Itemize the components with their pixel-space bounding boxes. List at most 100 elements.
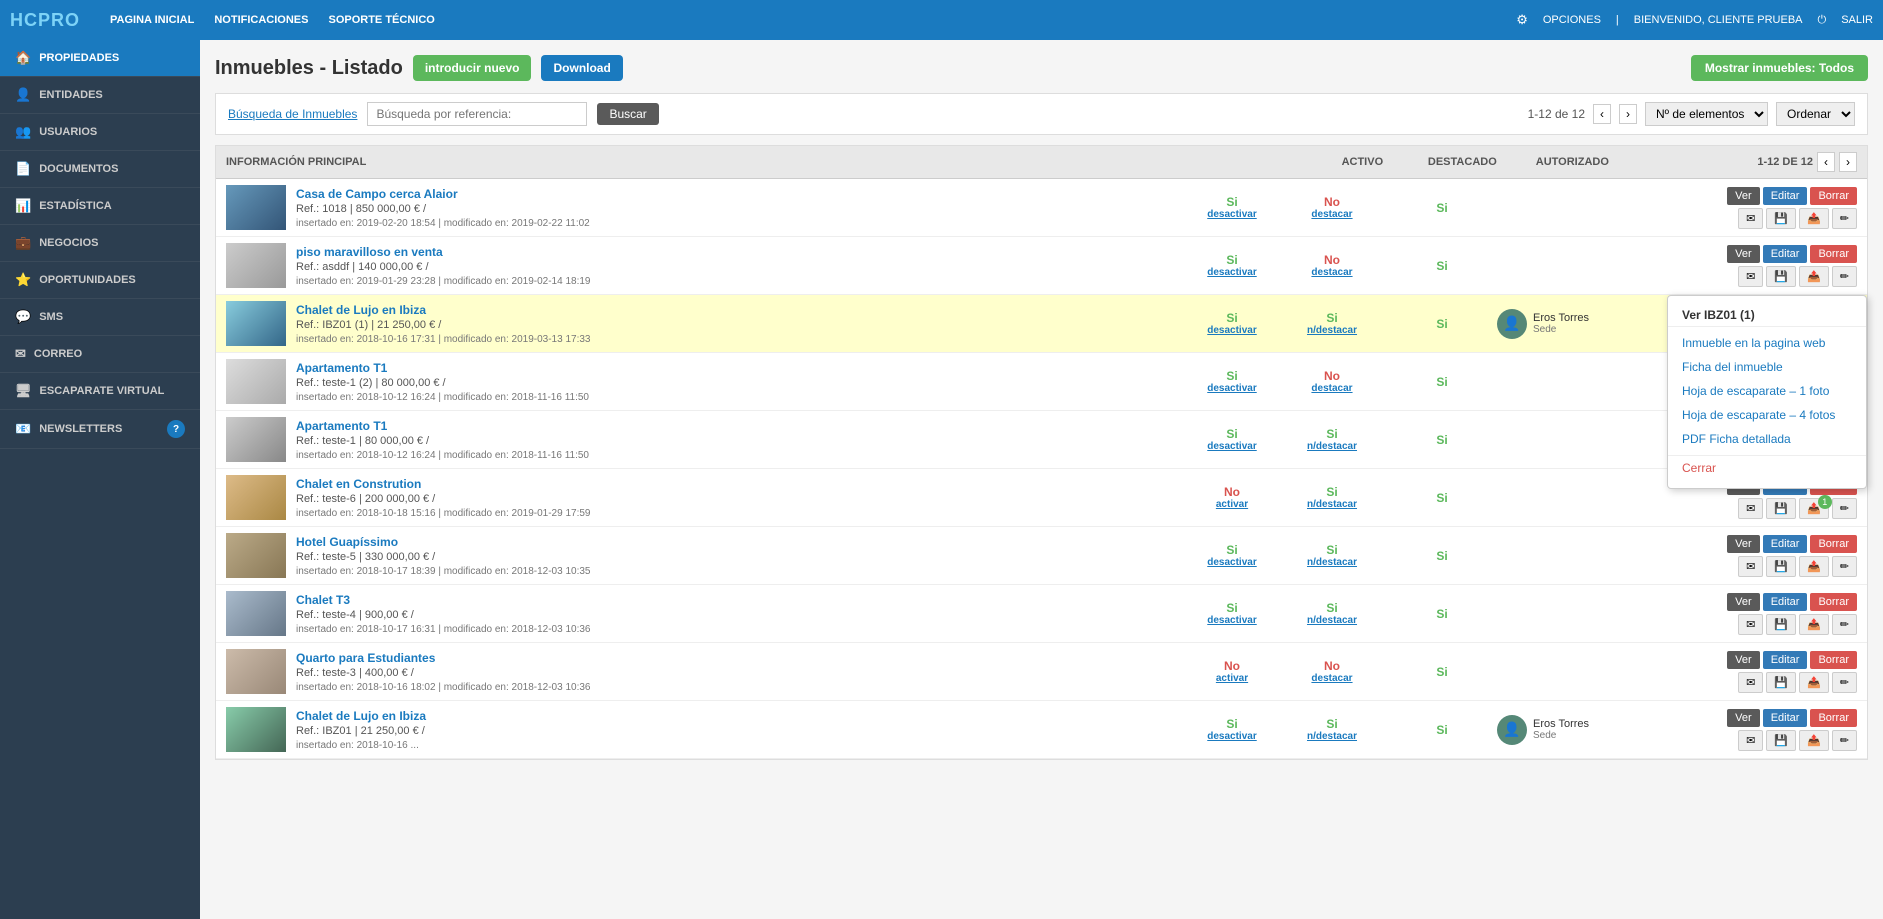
editar-button[interactable]: Editar — [1763, 651, 1808, 669]
inmueble-web-link[interactable]: Inmueble en la pagina web — [1668, 331, 1866, 355]
desactivar-link[interactable]: desactivar — [1187, 325, 1277, 336]
share-icon-button[interactable]: 📤1 — [1799, 498, 1829, 519]
editar-button[interactable]: Editar — [1763, 709, 1808, 727]
save-icon-button[interactable]: 💾 — [1766, 672, 1796, 693]
editar-button[interactable]: Editar — [1763, 245, 1808, 263]
desactivar-link[interactable]: desactivar — [1187, 557, 1277, 568]
borrar-button[interactable]: Borrar — [1810, 593, 1857, 611]
mostrar-inmuebles-button[interactable]: Mostrar inmuebles: Todos — [1691, 55, 1868, 81]
destacar-link[interactable]: destacar — [1277, 673, 1387, 684]
save-icon-button[interactable]: 💾 — [1766, 498, 1796, 519]
save-icon-button[interactable]: 💾 — [1766, 556, 1796, 577]
borrar-button[interactable]: Borrar — [1810, 187, 1857, 205]
save-icon-button[interactable]: 💾 — [1766, 266, 1796, 287]
elements-select[interactable]: Nº de elementos — [1645, 102, 1768, 126]
sidebar-item-sms[interactable]: 💬 SMS — [0, 299, 200, 336]
table-next-button[interactable]: › — [1839, 152, 1857, 172]
ndestacar-link[interactable]: n/destacar — [1277, 615, 1387, 626]
borrar-button[interactable]: Borrar — [1810, 651, 1857, 669]
edit-icon-button[interactable]: ✏ — [1832, 672, 1857, 693]
sidebar-item-propiedades[interactable]: 🏠 PROPIEDADES — [0, 40, 200, 77]
edit-icon-button[interactable]: ✏ — [1832, 498, 1857, 519]
ver-button[interactable]: Ver — [1727, 187, 1760, 205]
save-icon-button[interactable]: 💾 — [1766, 208, 1796, 229]
borrar-button[interactable]: Borrar — [1810, 535, 1857, 553]
introducir-nuevo-button[interactable]: introducir nuevo — [413, 55, 532, 81]
save-icon-button[interactable]: 💾 — [1766, 730, 1796, 751]
sidebar-item-negocios[interactable]: 💼 NEGOCIOS — [0, 225, 200, 262]
edit-icon-button[interactable]: ✏ — [1832, 556, 1857, 577]
nav-notificaciones[interactable]: NOTIFICACIONES — [214, 14, 308, 26]
borrar-button[interactable]: Borrar — [1810, 709, 1857, 727]
buscar-button[interactable]: Buscar — [597, 103, 658, 125]
property-name-link[interactable]: Chalet de Lujo en Ibiza — [296, 303, 426, 317]
share-icon-button[interactable]: 📤 — [1799, 614, 1829, 635]
share-icon-button[interactable]: 📤 — [1799, 266, 1829, 287]
ver-button[interactable]: Ver — [1727, 535, 1760, 553]
email-icon-button[interactable]: ✉ — [1738, 556, 1763, 577]
sidebar-item-entidades[interactable]: 👤 ENTIDADES — [0, 77, 200, 114]
hoja-1foto-link[interactable]: Hoja de escaparate – 1 foto — [1668, 379, 1866, 403]
busqueda-inmuebles-link[interactable]: Búsqueda de Inmuebles — [228, 107, 357, 121]
ficha-inmueble-link[interactable]: Ficha del inmueble — [1668, 355, 1866, 379]
ver-button[interactable]: Ver — [1727, 651, 1760, 669]
ndestacar-link[interactable]: n/destacar — [1277, 499, 1387, 510]
pdf-ficha-link[interactable]: PDF Ficha detallada — [1668, 427, 1866, 451]
ndestacar-link[interactable]: n/destacar — [1277, 441, 1387, 452]
share-icon-button[interactable]: 📤 — [1799, 556, 1829, 577]
edit-icon-button[interactable]: ✏ — [1832, 614, 1857, 635]
ver-button[interactable]: Ver — [1727, 593, 1760, 611]
property-name-link[interactable]: Chalet T3 — [296, 593, 350, 607]
sidebar-item-estadistica[interactable]: 📊 ESTADÍSTICA — [0, 188, 200, 225]
edit-icon-button[interactable]: ✏ — [1832, 208, 1857, 229]
sidebar-item-escaparate[interactable]: 🖥 ESCAPARATE VIRTUAL — [0, 373, 200, 410]
property-name-link[interactable]: Apartamento T1 — [296, 419, 387, 433]
opciones-link[interactable]: OPCIONES — [1543, 14, 1601, 26]
activar-link[interactable]: activar — [1187, 499, 1277, 510]
prev-page-button[interactable]: ‹ — [1593, 104, 1611, 124]
email-icon-button[interactable]: ✉ — [1738, 266, 1763, 287]
sidebar-item-documentos[interactable]: 📄 DOCUMENTOS — [0, 151, 200, 188]
nav-soporte[interactable]: SOPORTE TÉCNICO — [328, 14, 434, 26]
edit-icon-button[interactable]: ✏ — [1832, 730, 1857, 751]
activar-link[interactable]: activar — [1187, 673, 1277, 684]
download-button[interactable]: Download — [541, 55, 622, 81]
email-icon-button[interactable]: ✉ — [1738, 730, 1763, 751]
email-icon-button[interactable]: ✉ — [1738, 208, 1763, 229]
share-icon-button[interactable]: 📤 — [1799, 730, 1829, 751]
ver-button[interactable]: Ver — [1727, 245, 1760, 263]
popup-close-link[interactable]: Cerrar — [1668, 455, 1866, 480]
next-page-button[interactable]: › — [1619, 104, 1637, 124]
property-name-link[interactable]: piso maravilloso en venta — [296, 245, 443, 259]
hoja-4fotos-link[interactable]: Hoja de escaparate – 4 fotos — [1668, 403, 1866, 427]
property-name-link[interactable]: Hotel Guapíssimo — [296, 535, 398, 549]
email-icon-button[interactable]: ✉ — [1738, 498, 1763, 519]
edit-icon-button[interactable]: ✏ — [1832, 266, 1857, 287]
search-input[interactable] — [367, 102, 587, 126]
property-name-link[interactable]: Chalet en Constrution — [296, 477, 421, 491]
desactivar-link[interactable]: desactivar — [1187, 731, 1277, 742]
share-icon-button[interactable]: 📤 — [1799, 208, 1829, 229]
editar-button[interactable]: Editar — [1763, 187, 1808, 205]
desactivar-link[interactable]: desactivar — [1187, 267, 1277, 278]
borrar-button[interactable]: Borrar — [1810, 245, 1857, 263]
property-name-link[interactable]: Quarto para Estudiantes — [296, 651, 435, 665]
property-name-link[interactable]: Apartamento T1 — [296, 361, 387, 375]
nav-pagina-inicial[interactable]: PAGINA INICIAL — [110, 14, 194, 26]
editar-button[interactable]: Editar — [1763, 535, 1808, 553]
ndestacar-link[interactable]: n/destacar — [1277, 731, 1387, 742]
editar-button[interactable]: Editar — [1763, 593, 1808, 611]
property-name-link[interactable]: Casa de Campo cerca Alaior — [296, 187, 458, 201]
ndestacar-link[interactable]: n/destacar — [1277, 325, 1387, 336]
property-name-link[interactable]: Chalet de Lujo en Ibiza — [296, 709, 426, 723]
desactivar-link[interactable]: desactivar — [1187, 383, 1277, 394]
salir-link[interactable]: SALIR — [1841, 14, 1873, 26]
destacar-link[interactable]: destacar — [1277, 383, 1387, 394]
desactivar-link[interactable]: desactivar — [1187, 615, 1277, 626]
sidebar-item-correo[interactable]: ✉ CORREO — [0, 336, 200, 373]
table-prev-button[interactable]: ‹ — [1817, 152, 1835, 172]
sidebar-item-newsletters[interactable]: 📧 NEWSLETTERS ? — [0, 410, 200, 449]
destacar-link[interactable]: destacar — [1277, 267, 1387, 278]
share-icon-button[interactable]: 📤 — [1799, 672, 1829, 693]
destacar-link[interactable]: destacar — [1277, 209, 1387, 220]
